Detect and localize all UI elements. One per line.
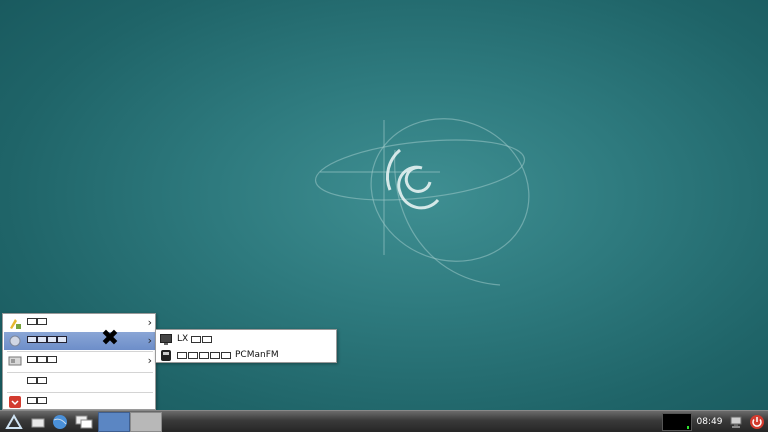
start-menu-button[interactable]: [2, 413, 26, 431]
menu-item-label: [27, 377, 47, 387]
system-tools-icon: [8, 334, 22, 348]
menu-item-label: [27, 336, 67, 346]
taskbar: 08:49: [0, 410, 768, 432]
power-icon: [750, 415, 764, 429]
window-switcher-button[interactable]: [73, 413, 95, 431]
submenu-item-label: [191, 335, 213, 343]
taskbar-task-active[interactable]: [98, 412, 130, 432]
browser-button[interactable]: [50, 413, 70, 431]
chevron-right-icon: ›: [147, 334, 152, 347]
show-desktop-icon: [31, 418, 45, 428]
menu-item-preferences[interactable]: ›: [4, 352, 155, 370]
network-tray-button[interactable]: [727, 413, 745, 431]
debian-swirl-logo: [314, 118, 530, 286]
start-menu-icon: [5, 414, 23, 429]
submenu-item-lxterminal[interactable]: LX: [158, 331, 213, 347]
menu-item-label: [27, 318, 47, 328]
browser-icon: [53, 415, 67, 429]
cursor-x-marker: ✖: [100, 326, 120, 351]
menu-item-accessories[interactable]: ›: [4, 314, 155, 332]
file-manager-icon: [160, 349, 172, 361]
show-desktop-button[interactable]: [28, 413, 48, 431]
menu-item-logout[interactable]: [4, 393, 155, 411]
clock[interactable]: 08:49: [693, 413, 726, 431]
submenu-item-pcmanfm[interactable]: PCManFM: [158, 347, 282, 363]
menu-item-label: [27, 397, 47, 407]
accessories-icon: [8, 316, 22, 330]
logout-icon: [8, 395, 22, 409]
system-tools-submenu: LX PCManFM: [155, 329, 337, 363]
chevron-right-icon: ›: [147, 316, 152, 329]
preferences-icon: [8, 354, 22, 368]
submenu-item-prefix: LX: [177, 334, 189, 344]
submenu-item-label: [177, 351, 231, 359]
submenu-item-suffix: PCManFM: [235, 350, 279, 360]
power-button[interactable]: [748, 413, 766, 431]
chevron-right-icon: ›: [147, 354, 152, 367]
menu-item-label: [27, 356, 57, 366]
menu-item-run[interactable]: [4, 373, 155, 391]
menu-item-system-tools[interactable]: ›: [4, 332, 155, 350]
application-menu: › › ›: [2, 313, 156, 410]
cpu-monitor[interactable]: [662, 413, 692, 431]
network-icon: [730, 416, 742, 428]
taskbar-task[interactable]: [130, 412, 162, 432]
run-icon: [8, 375, 22, 389]
window-switcher-icon: [75, 415, 93, 429]
terminal-icon: [160, 333, 172, 345]
